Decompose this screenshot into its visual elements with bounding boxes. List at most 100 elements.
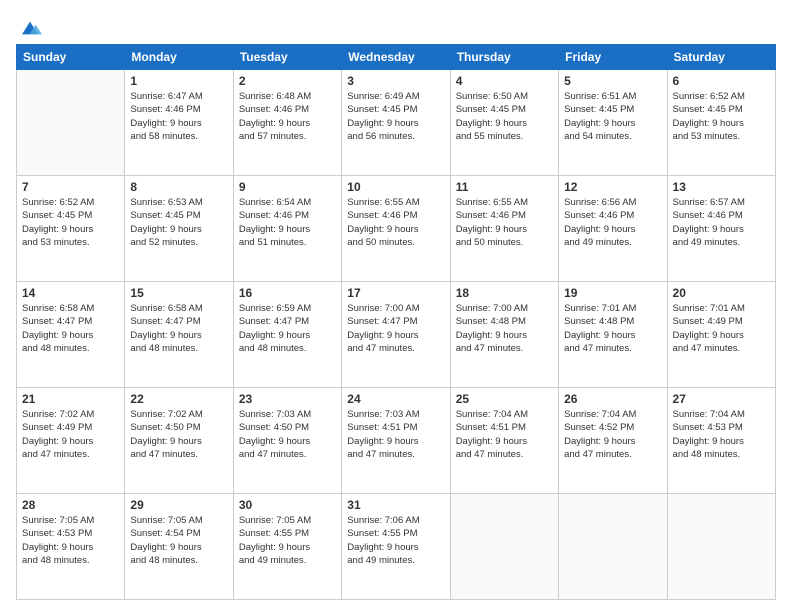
calendar-cell: 14 Sunrise: 6:58 AM Sunset: 4:47 PM Dayli… <box>17 282 125 388</box>
calendar-cell: 15 Sunrise: 6:58 AM Sunset: 4:47 PM Dayli… <box>125 282 233 388</box>
calendar-cell: 16 Sunrise: 6:59 AM Sunset: 4:47 PM Dayli… <box>233 282 341 388</box>
day-info: Sunrise: 7:04 AM Sunset: 4:53 PM Dayligh… <box>673 408 770 461</box>
day-info: Sunrise: 7:01 AM Sunset: 4:48 PM Dayligh… <box>564 302 661 355</box>
day-number: 11 <box>456 180 553 194</box>
day-number: 5 <box>564 74 661 88</box>
calendar-header-tuesday: Tuesday <box>233 45 341 70</box>
calendar-cell: 25Sunrise: 7:04 AM Sunset: 4:51 PM Dayli… <box>450 388 558 494</box>
day-info: Sunrise: 7:01 AM Sunset: 4:49 PM Dayligh… <box>673 302 770 355</box>
day-info: Sunrise: 6:52 AM Sunset: 4:45 PM Dayligh… <box>22 196 119 249</box>
day-number: 23 <box>239 392 336 406</box>
calendar-week-row: 28 Sunrise: 7:05 AM Sunset: 4:53 PM Dayli… <box>17 494 776 600</box>
calendar-cell: 13Sunrise: 6:57 AM Sunset: 4:46 PM Dayli… <box>667 176 775 282</box>
day-info: Sunrise: 6:55 AM Sunset: 4:46 PM Dayligh… <box>347 196 444 249</box>
day-number: 7 <box>22 180 119 194</box>
calendar-header-row: SundayMondayTuesdayWednesdayThursdayFrid… <box>17 45 776 70</box>
calendar-cell: 22 Sunrise: 7:02 AM Sunset: 4:50 PM Dayli… <box>125 388 233 494</box>
day-number: 21 <box>22 392 119 406</box>
day-number: 17 <box>347 286 444 300</box>
day-info: Sunrise: 6:57 AM Sunset: 4:46 PM Dayligh… <box>673 196 770 249</box>
day-info: Sunrise: 6:54 AM Sunset: 4:46 PM Dayligh… <box>239 196 336 249</box>
day-info: Sunrise: 7:02 AM Sunset: 4:49 PM Dayligh… <box>22 408 119 461</box>
day-info: Sunrise: 7:05 AM Sunset: 4:54 PM Dayligh… <box>130 514 227 567</box>
calendar-cell: 4Sunrise: 6:50 AM Sunset: 4:45 PM Daylig… <box>450 70 558 176</box>
calendar-header-monday: Monday <box>125 45 233 70</box>
calendar-cell: 9 Sunrise: 6:54 AM Sunset: 4:46 PM Daylig… <box>233 176 341 282</box>
logo <box>16 16 42 36</box>
day-info: Sunrise: 7:04 AM Sunset: 4:51 PM Dayligh… <box>456 408 553 461</box>
calendar-cell: 28 Sunrise: 7:05 AM Sunset: 4:53 PM Dayli… <box>17 494 125 600</box>
calendar-cell: 5 Sunrise: 6:51 AM Sunset: 4:45 PM Daylig… <box>559 70 667 176</box>
day-info: Sunrise: 7:02 AM Sunset: 4:50 PM Dayligh… <box>130 408 227 461</box>
day-info: Sunrise: 6:56 AM Sunset: 4:46 PM Dayligh… <box>564 196 661 249</box>
day-number: 8 <box>130 180 227 194</box>
day-info: Sunrise: 6:53 AM Sunset: 4:45 PM Dayligh… <box>130 196 227 249</box>
calendar-header-saturday: Saturday <box>667 45 775 70</box>
day-number: 15 <box>130 286 227 300</box>
day-number: 18 <box>456 286 553 300</box>
day-info: Sunrise: 6:48 AM Sunset: 4:46 PM Dayligh… <box>239 90 336 143</box>
day-number: 28 <box>22 498 119 512</box>
day-info: Sunrise: 6:49 AM Sunset: 4:45 PM Dayligh… <box>347 90 444 143</box>
day-number: 1 <box>130 74 227 88</box>
day-number: 27 <box>673 392 770 406</box>
day-number: 14 <box>22 286 119 300</box>
calendar-header-thursday: Thursday <box>450 45 558 70</box>
day-info: Sunrise: 7:05 AM Sunset: 4:55 PM Dayligh… <box>239 514 336 567</box>
day-info: Sunrise: 7:04 AM Sunset: 4:52 PM Dayligh… <box>564 408 661 461</box>
day-number: 19 <box>564 286 661 300</box>
calendar-cell: 7 Sunrise: 6:52 AM Sunset: 4:45 PM Daylig… <box>17 176 125 282</box>
calendar-cell: 24 Sunrise: 7:03 AM Sunset: 4:51 PM Dayli… <box>342 388 450 494</box>
calendar-cell <box>667 494 775 600</box>
calendar-week-row: 1 Sunrise: 6:47 AM Sunset: 4:46 PM Daylig… <box>17 70 776 176</box>
header <box>16 12 776 36</box>
day-info: Sunrise: 7:00 AM Sunset: 4:47 PM Dayligh… <box>347 302 444 355</box>
calendar-week-row: 7 Sunrise: 6:52 AM Sunset: 4:45 PM Daylig… <box>17 176 776 282</box>
calendar-cell <box>559 494 667 600</box>
calendar-cell <box>450 494 558 600</box>
calendar-cell: 23 Sunrise: 7:03 AM Sunset: 4:50 PM Dayli… <box>233 388 341 494</box>
calendar-cell: 2Sunrise: 6:48 AM Sunset: 4:46 PM Daylig… <box>233 70 341 176</box>
calendar-week-row: 14 Sunrise: 6:58 AM Sunset: 4:47 PM Dayli… <box>17 282 776 388</box>
day-info: Sunrise: 6:59 AM Sunset: 4:47 PM Dayligh… <box>239 302 336 355</box>
day-number: 29 <box>130 498 227 512</box>
day-number: 12 <box>564 180 661 194</box>
day-number: 10 <box>347 180 444 194</box>
calendar-cell: 17 Sunrise: 7:00 AM Sunset: 4:47 PM Dayli… <box>342 282 450 388</box>
day-info: Sunrise: 6:55 AM Sunset: 4:46 PM Dayligh… <box>456 196 553 249</box>
day-number: 6 <box>673 74 770 88</box>
calendar-cell: 29 Sunrise: 7:05 AM Sunset: 4:54 PM Dayli… <box>125 494 233 600</box>
calendar-cell: 12 Sunrise: 6:56 AM Sunset: 4:46 PM Dayli… <box>559 176 667 282</box>
day-number: 24 <box>347 392 444 406</box>
calendar-cell: 8 Sunrise: 6:53 AM Sunset: 4:45 PM Daylig… <box>125 176 233 282</box>
day-info: Sunrise: 6:58 AM Sunset: 4:47 PM Dayligh… <box>130 302 227 355</box>
day-number: 9 <box>239 180 336 194</box>
calendar-cell: 18 Sunrise: 7:00 AM Sunset: 4:48 PM Dayli… <box>450 282 558 388</box>
day-number: 20 <box>673 286 770 300</box>
day-number: 16 <box>239 286 336 300</box>
calendar-cell: 20 Sunrise: 7:01 AM Sunset: 4:49 PM Dayli… <box>667 282 775 388</box>
calendar-cell: 30Sunrise: 7:05 AM Sunset: 4:55 PM Dayli… <box>233 494 341 600</box>
calendar-cell: 31Sunrise: 7:06 AM Sunset: 4:55 PM Dayli… <box>342 494 450 600</box>
day-info: Sunrise: 6:51 AM Sunset: 4:45 PM Dayligh… <box>564 90 661 143</box>
day-info: Sunrise: 7:05 AM Sunset: 4:53 PM Dayligh… <box>22 514 119 567</box>
calendar-header-sunday: Sunday <box>17 45 125 70</box>
day-info: Sunrise: 7:03 AM Sunset: 4:51 PM Dayligh… <box>347 408 444 461</box>
calendar-cell: 10 Sunrise: 6:55 AM Sunset: 4:46 PM Dayli… <box>342 176 450 282</box>
day-number: 31 <box>347 498 444 512</box>
calendar-table: SundayMondayTuesdayWednesdayThursdayFrid… <box>16 44 776 600</box>
day-number: 22 <box>130 392 227 406</box>
calendar-cell: 26 Sunrise: 7:04 AM Sunset: 4:52 PM Dayli… <box>559 388 667 494</box>
logo-icon <box>18 16 42 40</box>
calendar-cell: 11 Sunrise: 6:55 AM Sunset: 4:46 PM Dayli… <box>450 176 558 282</box>
calendar-cell: 6Sunrise: 6:52 AM Sunset: 4:45 PM Daylig… <box>667 70 775 176</box>
page: SundayMondayTuesdayWednesdayThursdayFrid… <box>0 0 792 612</box>
day-info: Sunrise: 7:00 AM Sunset: 4:48 PM Dayligh… <box>456 302 553 355</box>
day-info: Sunrise: 7:03 AM Sunset: 4:50 PM Dayligh… <box>239 408 336 461</box>
day-info: Sunrise: 6:58 AM Sunset: 4:47 PM Dayligh… <box>22 302 119 355</box>
day-info: Sunrise: 6:47 AM Sunset: 4:46 PM Dayligh… <box>130 90 227 143</box>
calendar-cell <box>17 70 125 176</box>
calendar-cell: 3 Sunrise: 6:49 AM Sunset: 4:45 PM Daylig… <box>342 70 450 176</box>
day-number: 3 <box>347 74 444 88</box>
day-number: 26 <box>564 392 661 406</box>
